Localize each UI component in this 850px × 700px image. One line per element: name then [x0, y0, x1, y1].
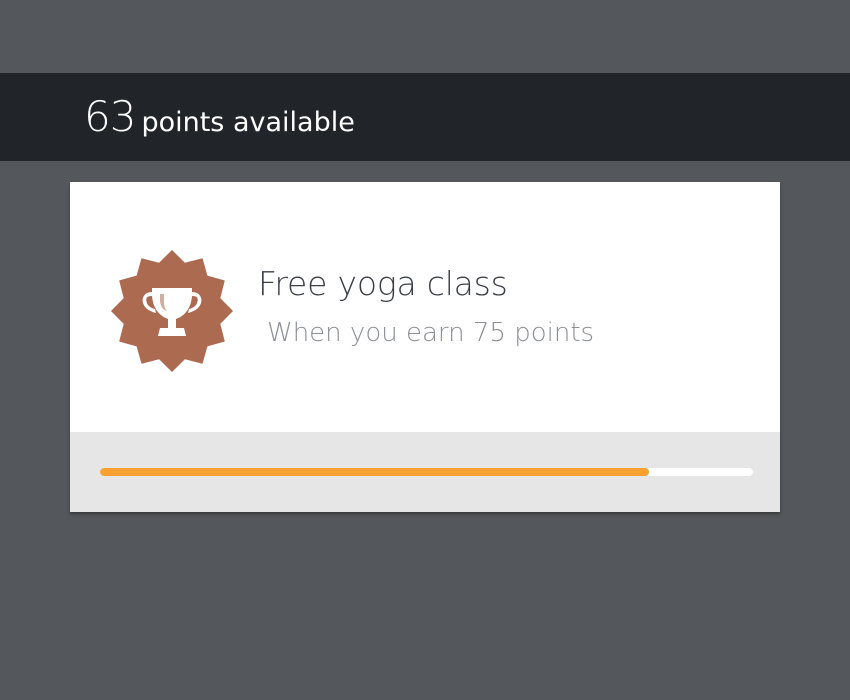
points-available-label: points available — [141, 107, 355, 138]
progress-track — [100, 468, 753, 476]
reward-card[interactable]: Free yoga class When you earn 75 points — [70, 182, 780, 512]
reward-card-footer — [70, 432, 780, 512]
reward-card-body: Free yoga class When you earn 75 points — [70, 182, 780, 432]
progress-fill — [100, 468, 649, 476]
points-count: 63 — [84, 92, 136, 141]
points-available-text: 63 points available — [84, 96, 355, 138]
reward-requirement: When you earn 75 points — [267, 318, 595, 348]
trophy-badge-icon — [111, 250, 233, 372]
reward-title: Free yoga class — [258, 264, 508, 303]
